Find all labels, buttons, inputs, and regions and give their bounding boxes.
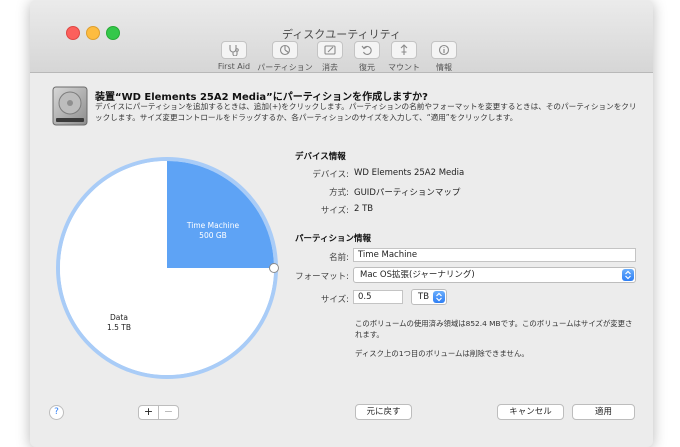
format-select-value: Mac OS拡張(ジャーナリング)	[360, 270, 475, 280]
format-select-stepper	[622, 269, 634, 281]
toolbar-info-button[interactable]	[429, 41, 459, 59]
toolbar-partition-button[interactable]	[270, 41, 300, 59]
title-bar: ディスクユーティリティ First Aid パーティション 消去 復元 マウント…	[30, 0, 653, 73]
pie-label-size: 1.5 TB	[107, 323, 131, 332]
toolbar-first-aid-button[interactable]	[219, 41, 249, 59]
scheme-value: GUIDパーティションマップ	[354, 188, 461, 198]
partition-info-heading: パーティション情報	[295, 234, 371, 244]
toolbar-restore-button[interactable]	[352, 41, 382, 59]
device-size-value: 2 TB	[354, 204, 374, 214]
partition-sheet: 装置“WD Elements 25A2 Media”にパーティションを作成します…	[39, 74, 642, 430]
partition-name-input[interactable]: Time Machine	[353, 248, 636, 262]
pie-label-name: Data	[110, 313, 128, 322]
toolbar-label-info: 情報	[436, 63, 452, 72]
device-label: デバイス:	[312, 170, 349, 180]
partition-name-label: 名前:	[329, 253, 349, 263]
partition-size-label: サイズ:	[320, 295, 349, 305]
hard-disk-icon	[52, 86, 88, 126]
mount-icon	[400, 44, 408, 55]
device-size-label: サイズ:	[320, 206, 349, 216]
pie-partition-icon	[279, 44, 291, 56]
size-unit-value: TB	[418, 292, 430, 302]
scheme-label: 方式:	[329, 188, 349, 198]
remove-partition-button[interactable]: −	[158, 405, 179, 420]
info-icon	[438, 44, 450, 56]
used-space-note: このボリュームの使用済み領域は852.4 MBです。このボリュームはサイズが変更…	[355, 319, 633, 339]
cancel-button[interactable]: キャンセル	[497, 404, 564, 420]
apply-button[interactable]: 適用	[572, 404, 635, 420]
sheet-description: デバイスにパーティションを追加するときは、追加(+)をクリックします。パーティシ…	[95, 102, 637, 122]
stethoscope-icon	[229, 45, 239, 56]
revert-button[interactable]: 元に戻す	[355, 404, 412, 420]
partition-size-input[interactable]: 0.5	[353, 290, 403, 304]
updown-chevron-icon	[436, 292, 442, 302]
size-unit-select[interactable]: TB	[411, 289, 447, 305]
add-partition-button[interactable]: +	[138, 405, 159, 420]
help-button[interactable]: ?	[49, 405, 64, 420]
first-volume-note: ディスク上の1つ目のボリュームは削除できません。	[355, 349, 529, 358]
format-label: フォーマット:	[295, 272, 349, 282]
device-info-heading: デバイス情報	[295, 152, 346, 162]
window-title: ディスクユーティリティ	[282, 28, 401, 41]
partition-pie-chart[interactable]: Time Machine500 GB Data1.5 TB	[48, 148, 288, 388]
size-unit-stepper	[433, 291, 445, 303]
pie-label-name: Time Machine	[186, 221, 240, 230]
pie-label-size: 500 GB	[199, 231, 227, 240]
device-value: WD Elements 25A2 Media	[354, 168, 465, 178]
erase-icon	[324, 45, 336, 55]
toolbar-erase-button[interactable]	[315, 41, 345, 59]
updown-chevron-icon	[625, 270, 631, 280]
toolbar-mount-button[interactable]	[389, 41, 419, 59]
format-select[interactable]: Mac OS拡張(ジャーナリング)	[353, 267, 636, 283]
restore-icon	[361, 45, 372, 55]
